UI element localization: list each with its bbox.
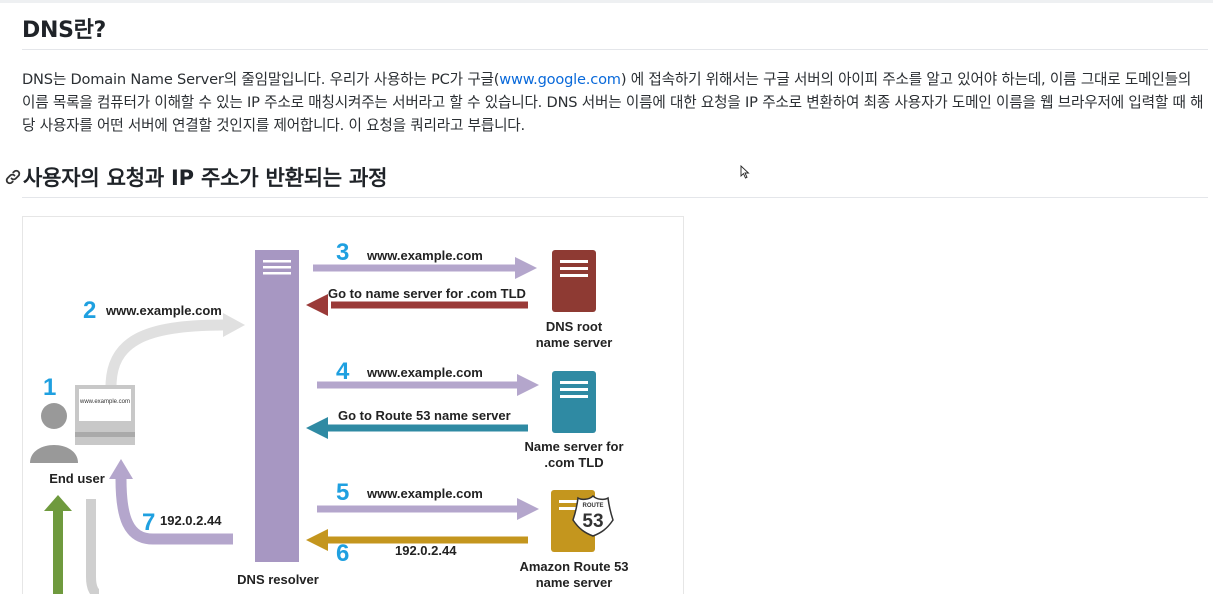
route53-badge-top: ROUTE [583,503,604,509]
google-link[interactable]: www.google.com [499,71,621,88]
dns-resolver-label: DNS resolver [237,572,319,587]
step3-label: www.example.com [366,248,483,263]
step4-label: www.example.com [366,365,483,380]
section-heading: 사용자의 요청과 IP 주소가 반환되는 과정 [4,162,387,192]
intro-paragraph: DNS는 Domain Name Server의 줄임말입니다. 우리가 사용하… [22,68,1208,137]
title-divider [22,49,1208,50]
step2-number: 2 [83,297,96,324]
intro-text-before-link: DNS는 Domain Name Server의 줄임말입니다. 우리가 사용하… [22,71,500,88]
step7-arrow [115,478,233,545]
mouse-pointer-icon [740,165,750,179]
step6-number: 6 [336,540,349,567]
step6-label: 192.0.2.44 [395,543,457,558]
section-heading-text: 사용자의 요청과 IP 주소가 반환되는 과정 [23,166,388,190]
route53-server-label-2: name server [536,575,613,590]
tld-server-label-1: Name server for [525,439,624,454]
step4-number: 4 [336,358,350,385]
step1-number: 1 [43,374,56,401]
step2-label: www.example.com [105,303,222,318]
tld-server-label-2: .com TLD [544,455,603,470]
root-reply-label: Go to name server for .com TLD [328,286,526,301]
tld-reply-label: Go to Route 53 name server [338,408,511,423]
route53-badge-number: 53 [582,511,603,532]
anchor-link-icon[interactable] [4,168,22,186]
dns-root-server [552,250,596,312]
top-border [0,0,1213,3]
step3-number: 3 [336,239,349,266]
end-user-label: End user [49,471,105,486]
step5-number: 5 [336,479,349,506]
browser-screen-text: www.example.com [79,399,130,405]
route53-server-label-1: Amazon Route 53 [519,559,628,574]
user-gray-arrow [86,499,100,594]
step7-label: 192.0.2.44 [160,513,222,528]
step7-number: 7 [142,509,155,536]
step2-arrow [105,319,224,388]
step5-label: www.example.com [366,486,483,501]
user-green-arrow [53,509,63,594]
page-title: DNS란? [22,18,107,43]
root-server-label-2: name server [536,335,613,350]
dns-diagram: DNS resolver 2 www.example.com 1 www.exa… [22,216,684,594]
dns-resolver [255,250,299,562]
root-server-label-1: DNS root [546,319,603,334]
section-divider [22,197,1208,198]
tld-name-server [552,371,596,433]
